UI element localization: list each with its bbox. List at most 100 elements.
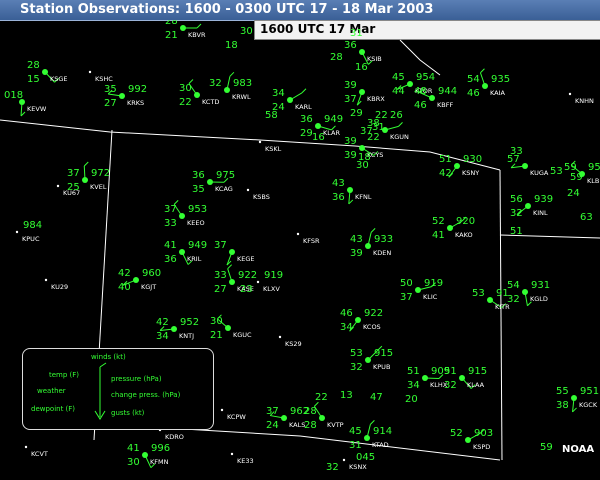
station-dewpoint: 15 [27, 74, 40, 85]
station-id: KSNY [462, 169, 479, 177]
station-temp: 46 [340, 308, 353, 319]
station-id: KSBS [253, 193, 270, 201]
station-pressure: 984 [23, 220, 42, 231]
observation-value: 30 [240, 26, 253, 37]
border-ne-north [399, 39, 441, 76]
station-marker [56, 184, 60, 188]
station-dewpoint: 37 [344, 94, 357, 105]
observation-value: 37 [360, 126, 373, 137]
station-id: KARL [295, 103, 312, 111]
border-wyoming-south [0, 119, 501, 171]
station-temp: 42 [156, 317, 169, 328]
wind-barb-flag [370, 228, 376, 233]
station-dewpoint: 40 [118, 282, 131, 293]
wind-barb [289, 92, 303, 101]
station-id: KCVT [31, 450, 48, 458]
station-temp: 50 [400, 278, 413, 289]
station-pressure: 915 [374, 348, 393, 359]
station-pressure: 944 [438, 86, 457, 97]
station-id: KRIL [187, 255, 202, 263]
station-temp: 37 [266, 406, 279, 417]
noaa-credit: NOAA [562, 444, 595, 455]
station-dewpoint: 29 [300, 128, 313, 139]
station-temp: 56 [510, 194, 523, 205]
observation-value: 24 [567, 188, 580, 199]
station-pressure: 915 [468, 366, 487, 377]
station-id: KLAA [467, 381, 485, 389]
station-pressure: 903 [474, 428, 493, 439]
station-pressure: 919 [424, 278, 443, 289]
station-dewpoint: 30 [127, 457, 140, 468]
observation-value: 58 [265, 110, 278, 121]
station-id: KTAD [372, 441, 389, 449]
station-temp: 43 [332, 178, 345, 189]
station-pressure: 949 [324, 114, 343, 125]
station-id: KGJT [141, 283, 156, 291]
station-id: KCAG [215, 185, 233, 193]
station-dewpoint: 32 [507, 294, 520, 305]
station-dewpoint: 34 [407, 380, 420, 391]
station-marker [220, 408, 224, 412]
station-pressure: 920 [456, 216, 475, 227]
map-title: Station Observations: 1600 - 0300 UTC 17… [20, 2, 434, 17]
station-id: KSGE [50, 75, 68, 83]
station-id: KSPD [473, 443, 490, 451]
station-pressure: 949 [188, 240, 207, 251]
station-dewpoint: 27 [214, 284, 227, 295]
station-id: KE33 [237, 457, 254, 465]
station-dewpoint: 32 [326, 462, 339, 473]
station-pressure: 922 [238, 270, 257, 281]
station-pressure: 95 [588, 162, 600, 173]
observation-value: 26 [390, 110, 403, 121]
station-marker [256, 280, 260, 284]
station-marker [24, 445, 28, 449]
station-dewpoint: 21 [210, 330, 223, 341]
observation-value: 63 [580, 212, 593, 223]
observation-value: 16 [355, 62, 368, 73]
station-id: KS29 [285, 340, 302, 348]
station-temp: 51 [439, 154, 452, 165]
station-temp: 41 [127, 443, 140, 454]
station-id: KDEN [373, 249, 391, 257]
station-dewpoint: 44 [392, 86, 405, 97]
observation-value: 22 [375, 110, 388, 121]
wind-barb-flag [301, 88, 307, 94]
legend: winds (kt) temp (F) weather dewpoint (F)… [22, 348, 214, 430]
station-pressure: 992 [128, 84, 147, 95]
station-dewpoint: 36 [332, 192, 345, 203]
station-id: KNTJ [179, 332, 194, 340]
station-temp: 28 [27, 60, 40, 71]
station-pressure: 939 [534, 194, 553, 205]
station-dewpoint: 33 [164, 218, 177, 229]
station-id: KAIA [490, 89, 506, 97]
station-temp: 36 [192, 170, 205, 181]
station-temp: 39 [344, 80, 357, 91]
station-id: KAKO [455, 231, 473, 239]
wind-barb-flag [370, 420, 375, 425]
station-id: KALS [289, 421, 305, 429]
station-marker [296, 232, 300, 236]
station-temp: 018 [4, 90, 23, 101]
station-marker [44, 278, 48, 282]
station-dewpoint: 28 [304, 420, 317, 431]
station-dewpoint: 36 [164, 254, 177, 265]
station-id: KEEO [187, 219, 205, 227]
station-dewpoint: 39 [350, 248, 363, 259]
observation-value: 045 [356, 452, 375, 463]
station-id: KLAR [323, 129, 340, 137]
wind-barb [479, 72, 486, 87]
station-id: KPUB [373, 363, 390, 371]
station-dewpoint: 22 [179, 97, 192, 108]
station-dewpoint: 34 [156, 331, 169, 342]
station-id: KEVW [27, 105, 47, 113]
station-marker [15, 230, 19, 234]
station-id: KNHN [575, 97, 594, 105]
station-id: KGUN [390, 133, 409, 141]
station-id: KFMN [150, 458, 169, 466]
station-temp: 33 [214, 270, 227, 281]
observation-value: 33 [510, 146, 523, 157]
station-id: KVTP [327, 421, 344, 429]
station-temp: 36 [300, 114, 313, 125]
station-dewpoint: 31 [349, 440, 362, 451]
station-temp: 37 [214, 240, 227, 251]
